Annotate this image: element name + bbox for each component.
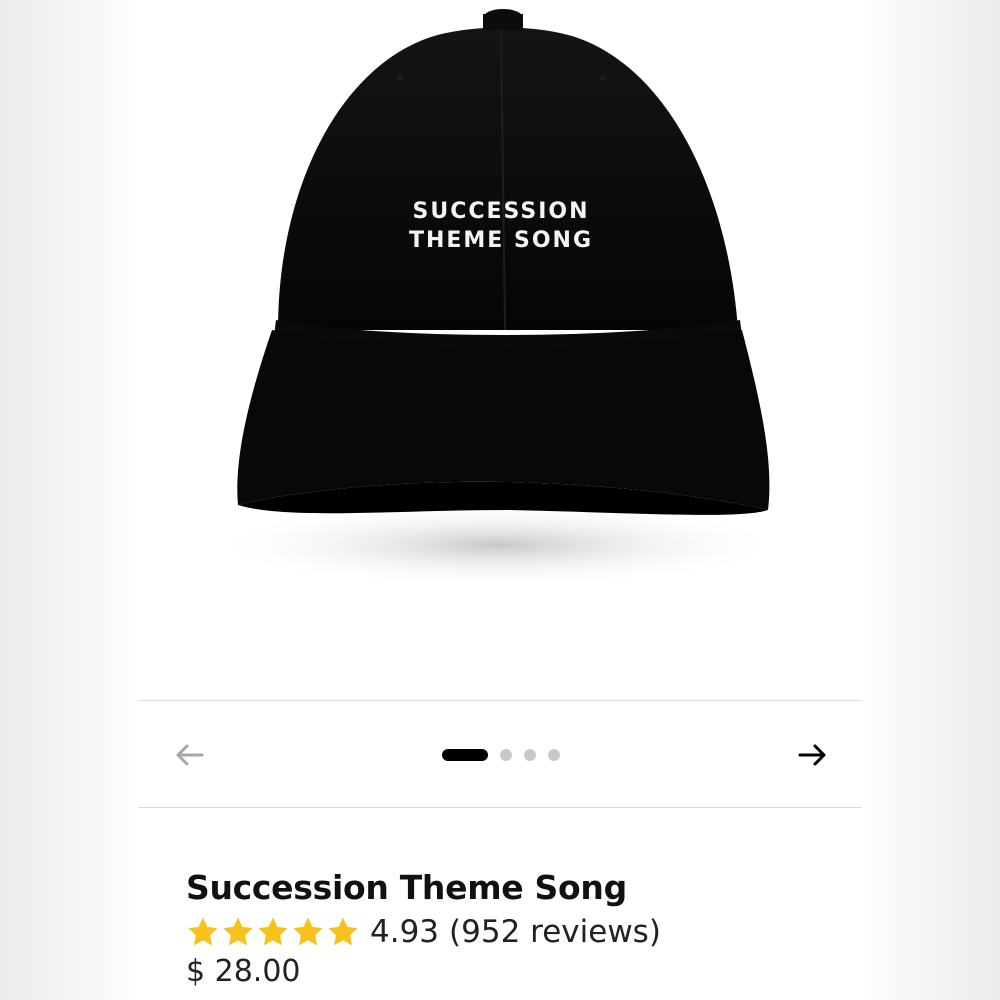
rating-value: 4.93 <box>370 914 440 950</box>
image-carousel-controls <box>138 700 862 808</box>
product-image[interactable]: SUCCESSION THEME SONG <box>138 0 862 700</box>
svg-text:SUCCESSION: SUCCESSION <box>412 199 589 224</box>
carousel-dot[interactable] <box>548 749 560 761</box>
cap-shadow <box>208 503 788 587</box>
cap-crown <box>278 27 738 330</box>
review-count[interactable]: (952 reviews) <box>449 914 661 950</box>
star-icon <box>221 915 255 949</box>
product-page: SUCCESSION THEME SONG Succession Theme S… <box>0 0 1000 1000</box>
carousel-dots <box>442 749 560 761</box>
background-blur-left <box>0 0 138 1000</box>
carousel-dot[interactable] <box>524 749 536 761</box>
svg-text:THEME SONG: THEME SONG <box>409 228 593 253</box>
star-icon <box>291 915 325 949</box>
product-card: SUCCESSION THEME SONG Succession Theme S… <box>138 0 862 1000</box>
cap-illustration: SUCCESSION THEME SONG <box>208 9 788 587</box>
star-icon <box>186 915 220 949</box>
carousel-dot-active[interactable] <box>442 749 488 761</box>
product-title: Succession Theme Song <box>186 868 627 907</box>
star-rating <box>186 915 360 949</box>
arrow-left-icon[interactable] <box>172 737 208 773</box>
carousel-dot[interactable] <box>500 749 512 761</box>
star-icon <box>326 915 360 949</box>
rating-row[interactable]: 4.93 (952 reviews) <box>186 912 826 952</box>
star-icon <box>256 915 290 949</box>
arrow-right-icon[interactable] <box>794 737 830 773</box>
background-blur-right <box>862 0 1000 1000</box>
product-info: Succession Theme Song 4.93 (952 reviews)… <box>186 866 826 992</box>
product-price: $ 28.00 <box>186 954 301 989</box>
